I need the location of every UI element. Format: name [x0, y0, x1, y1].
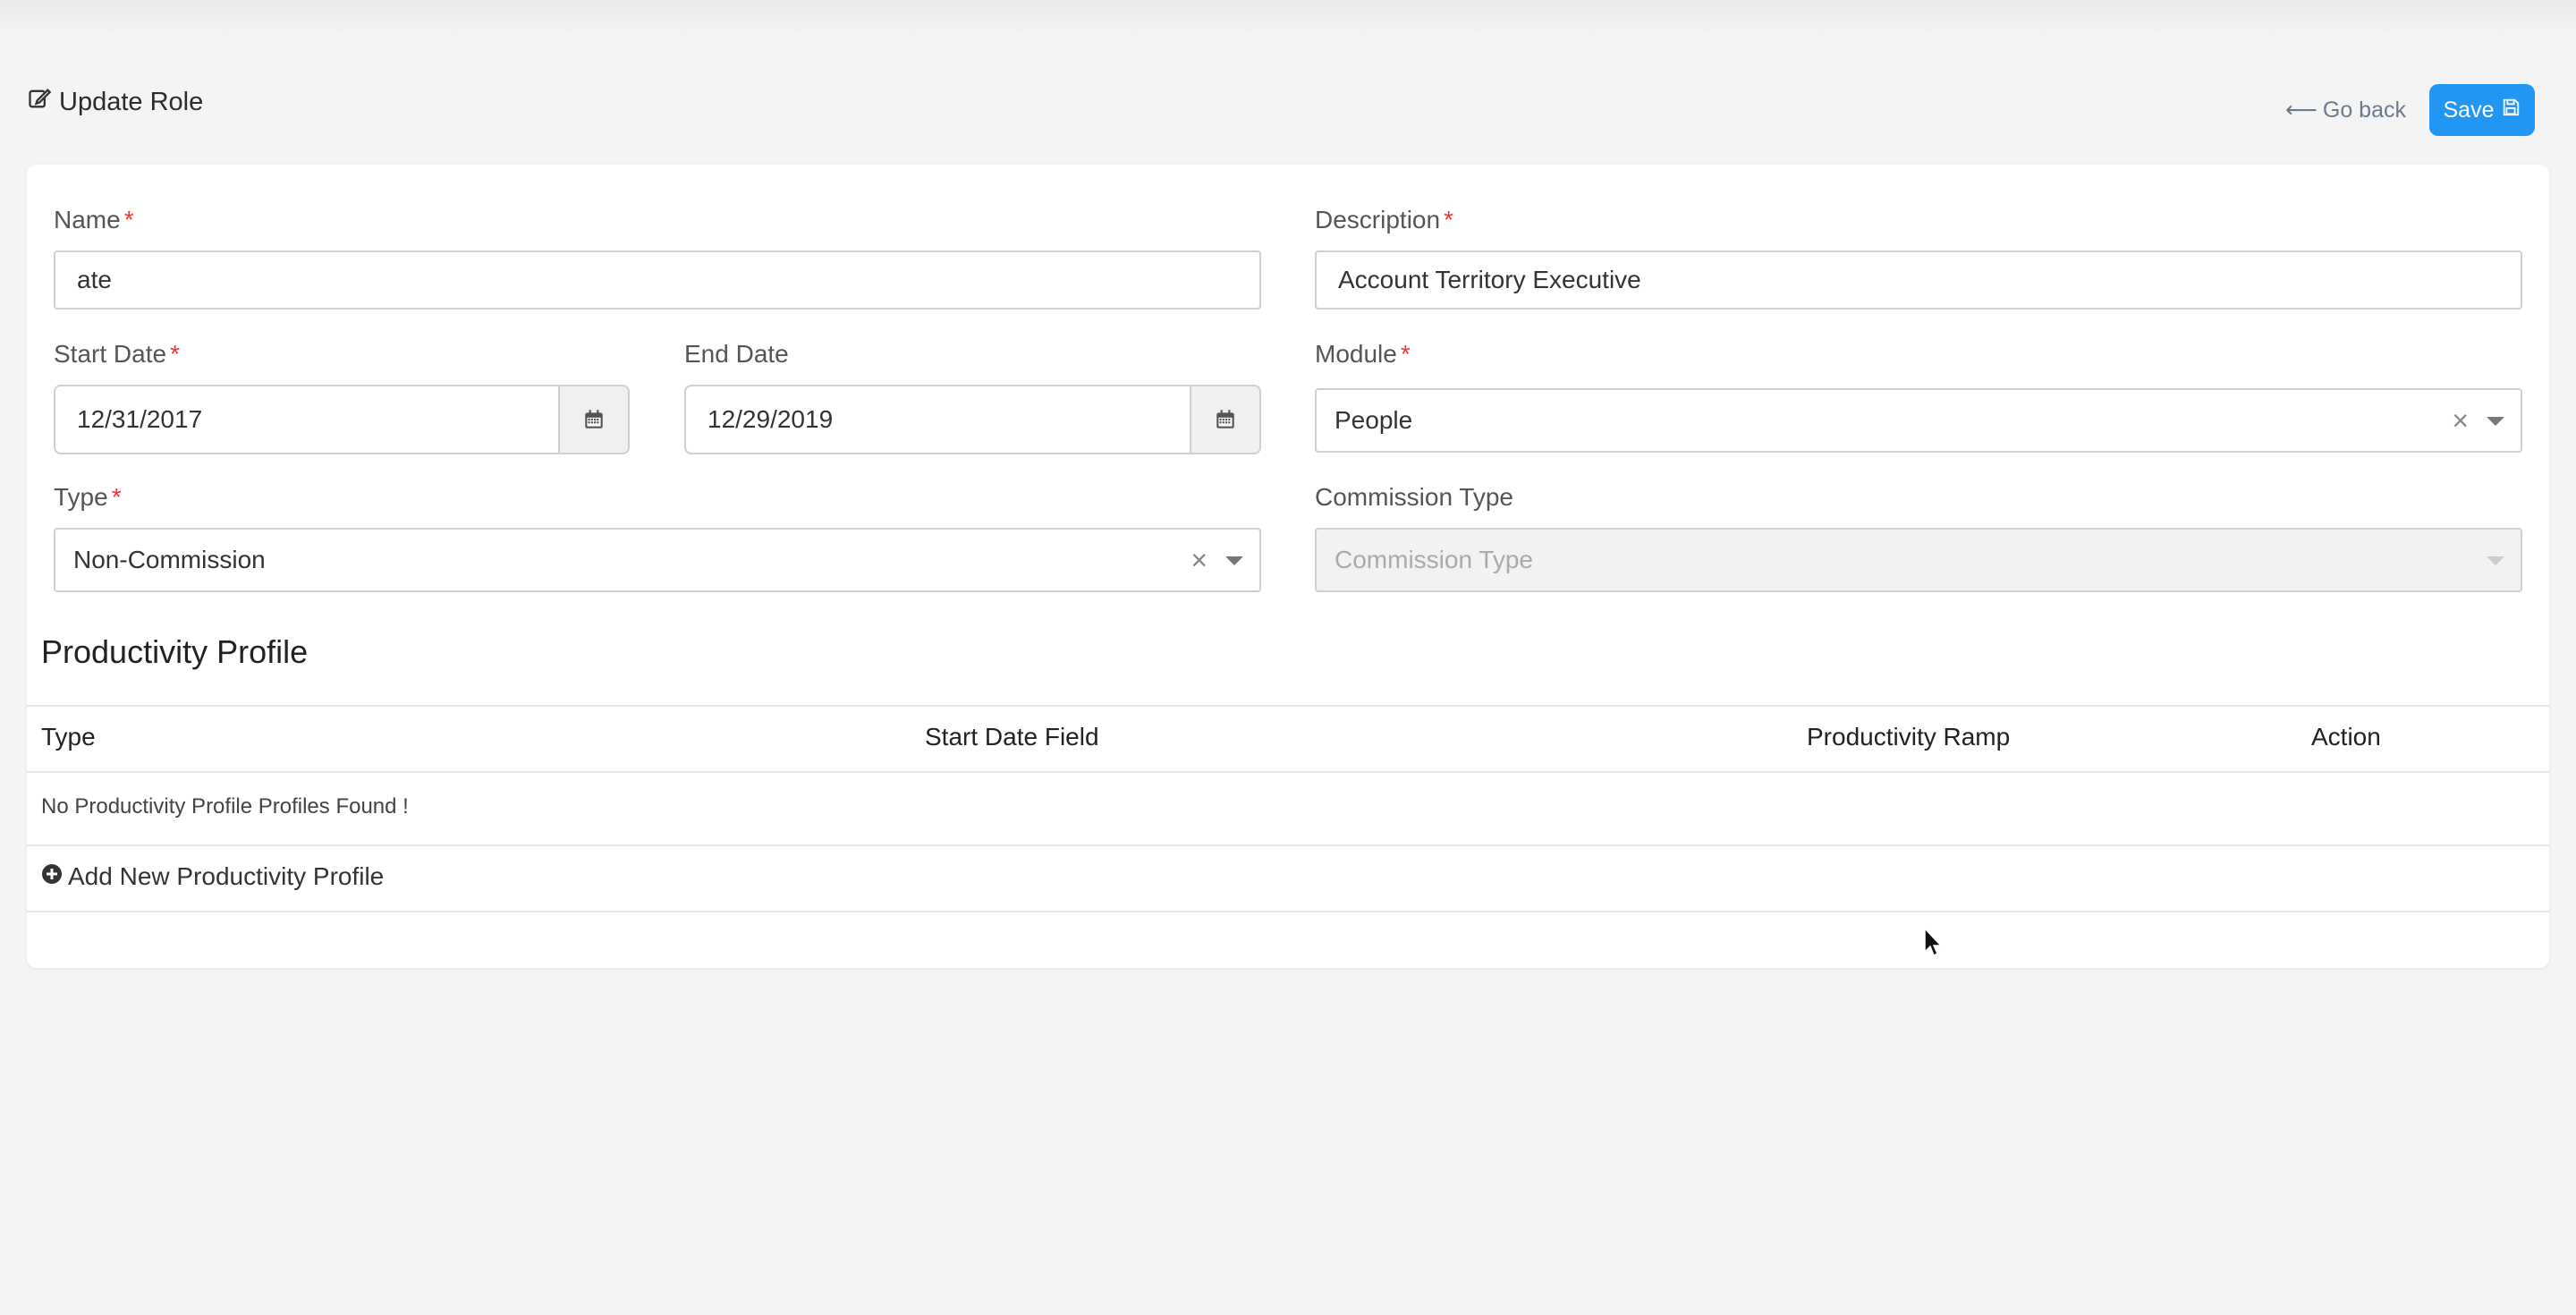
calendar-icon[interactable] — [1190, 386, 1259, 453]
type-select-value: Non-Commission — [73, 546, 266, 573]
name-label-text: Name — [54, 206, 121, 233]
start-date-field[interactable]: 12/31/2017 — [54, 385, 630, 454]
required-mark: * — [170, 340, 180, 368]
plus-circle-icon — [41, 862, 63, 891]
required-mark: * — [1400, 340, 1411, 368]
end-date-field[interactable]: 12/29/2019 — [684, 385, 1261, 454]
type-label: Type * — [54, 483, 122, 512]
column-header-productivity-ramp: Productivity Ramp — [1807, 723, 2011, 751]
table-add-row: Add New Productivity Profile — [27, 844, 2549, 911]
calendar-icon[interactable] — [558, 386, 628, 453]
commission-type-placeholder: Commission Type — [1335, 546, 1534, 573]
column-header-type: Type — [41, 723, 96, 751]
chevron-down-icon[interactable] — [2487, 417, 2504, 426]
add-productivity-profile-label: Add New Productivity Profile — [68, 862, 385, 890]
productivity-profile-table: Type Start Date Field Productivity Ramp … — [27, 705, 2549, 968]
end-date-label: End Date — [684, 340, 789, 369]
table-header-row: Type Start Date Field Productivity Ramp … — [27, 705, 2549, 771]
description-input[interactable]: Account Territory Executive — [1315, 250, 2522, 310]
end-date-label-text: End Date — [684, 340, 789, 368]
module-label: Module * — [1315, 340, 1411, 369]
clear-icon[interactable]: × — [2452, 404, 2469, 437]
table-empty-row: No Productivity Profile Profiles Found ! — [27, 771, 2549, 844]
module-select-value: People — [1335, 406, 1413, 434]
description-label-text: Description — [1315, 206, 1441, 233]
topbar — [0, 0, 2576, 36]
floppy-disk-icon — [2501, 98, 2521, 123]
name-label: Name * — [54, 206, 134, 234]
table-footer-row — [27, 911, 2549, 968]
role-form-card: Name * ate Description * Account Territory… — [27, 165, 2549, 968]
edit-icon — [27, 86, 52, 118]
required-mark: * — [1444, 206, 1453, 233]
type-label-text: Type — [54, 483, 108, 511]
end-date-value[interactable]: 12/29/2019 — [686, 386, 1190, 453]
name-input-value: ate — [77, 266, 112, 293]
required-mark: * — [123, 206, 134, 233]
go-back-link[interactable]: ⟵ Go back — [2285, 97, 2406, 123]
required-mark: * — [111, 483, 122, 511]
page-title: Update Role — [27, 86, 203, 118]
go-back-label: Go back — [2322, 97, 2406, 123]
column-header-start-date-field: Start Date Field — [925, 723, 1099, 751]
module-select[interactable]: People × — [1315, 388, 2522, 453]
chevron-down-icon — [2487, 556, 2504, 565]
chevron-down-icon[interactable] — [1225, 556, 1243, 565]
productivity-profile-heading: Productivity Profile — [41, 633, 309, 670]
page-header: Update Role ⟵ Go back Save — [27, 81, 2549, 143]
start-date-label-text: Start Date — [54, 340, 167, 368]
commission-type-select[interactable]: Commission Type — [1315, 528, 2522, 592]
commission-type-label-text: Commission Type — [1315, 483, 1514, 511]
commission-type-label: Commission Type — [1315, 483, 1513, 512]
arrow-left-icon: ⟵ — [2285, 98, 2318, 123]
type-select[interactable]: Non-Commission × — [54, 528, 1261, 592]
description-label: Description * — [1315, 206, 1453, 234]
add-productivity-profile-link[interactable]: Add New Productivity Profile — [41, 862, 384, 891]
clear-icon[interactable]: × — [1191, 544, 1208, 577]
name-input[interactable]: ate — [54, 250, 1261, 310]
mouse-cursor-icon — [1924, 927, 1943, 957]
start-date-value[interactable]: 12/31/2017 — [55, 386, 558, 453]
start-date-label: Start Date * — [54, 340, 180, 369]
save-label: Save — [2443, 97, 2495, 123]
column-header-action: Action — [2311, 723, 2381, 751]
module-label-text: Module — [1315, 340, 1397, 368]
page-title-text: Update Role — [59, 87, 204, 116]
save-button[interactable]: Save — [2429, 84, 2535, 136]
description-input-value: Account Territory Executive — [1338, 266, 1641, 293]
empty-message: No Productivity Profile Profiles Found ! — [41, 794, 409, 819]
